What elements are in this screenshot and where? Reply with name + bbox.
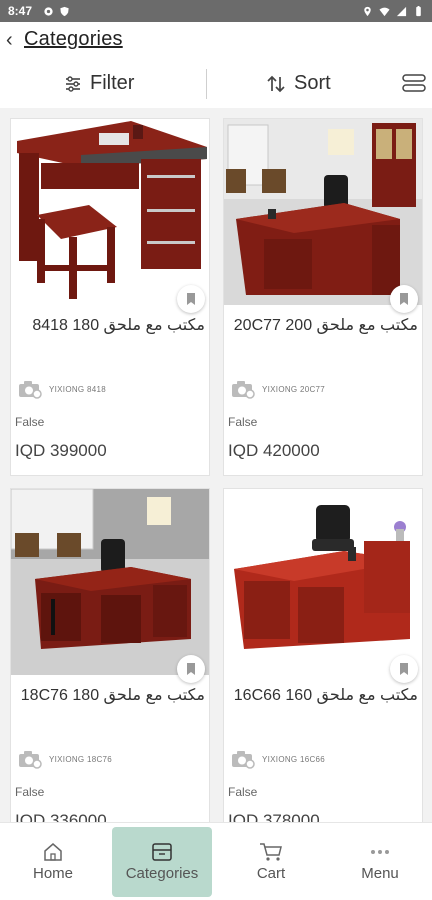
settings-status-icon (44, 6, 53, 16)
product-price: IQD 399000 (15, 441, 107, 460)
product-image (224, 119, 422, 305)
product-image (11, 119, 209, 305)
product-status: False (15, 415, 45, 429)
filter-icon (66, 75, 80, 92)
product-status: False (15, 785, 45, 799)
back-navigation[interactable]: ‹ Categories (6, 28, 123, 51)
wifi-icon (379, 7, 390, 16)
product-name: مكتب مع ملحق 160 16C66 (233, 687, 418, 704)
product-status: False (228, 415, 258, 429)
home-icon (44, 843, 62, 861)
list-view-icon (402, 74, 426, 92)
status-time: 8:47 (8, 4, 33, 18)
bottom-navigation: Home Categories Cart Menu (0, 822, 432, 900)
nav-item-home[interactable]: Home (3, 827, 103, 897)
cart-icon (260, 843, 282, 861)
toolbar-divider (206, 69, 207, 99)
bookmark-button[interactable] (177, 285, 205, 313)
camera-placeholder-icon (19, 381, 42, 399)
product-card[interactable]: مكتب مع ملحق 160 16C66 YIXIONG 16C66 Fal… (223, 488, 423, 822)
back-chevron-icon[interactable]: ‹ (6, 30, 22, 50)
product-price: IQD 420000 (228, 441, 320, 460)
battery-icon (416, 5, 421, 16)
sort-label: Sort (294, 72, 331, 94)
filter-sort-toolbar: Filter Sort (0, 66, 432, 102)
view-toggle-button[interactable] (402, 73, 426, 98)
nav-item-menu[interactable]: Menu (330, 827, 430, 897)
brand-row: YIXIONG 8418 (17, 379, 106, 399)
brand-name: YIXIONG 20C77 (262, 384, 326, 394)
location-icon (364, 6, 371, 16)
product-name: مكتب مع ملحق 180 18C76 (20, 687, 205, 704)
nav-item-categories[interactable]: Categories (112, 827, 212, 897)
bookmark-icon (400, 293, 408, 305)
filter-label: Filter (90, 72, 135, 94)
brand-row: YIXIONG 18C76 (17, 749, 112, 769)
brand-name: YIXIONG 16C66 (262, 754, 326, 764)
brand-name: YIXIONG 18C76 (49, 754, 113, 764)
brand-row: YIXIONG 16C66 (230, 749, 325, 769)
product-card[interactable]: مكتب مع ملحق 180 8418 YIXIONG 8418 False… (10, 118, 210, 476)
product-card[interactable]: مكتب مع ملحق 180 18C76 YIXIONG 18C76 Fal… (10, 488, 210, 822)
sort-button[interactable]: Sort (266, 72, 331, 95)
product-image (224, 489, 422, 675)
page-title: Categories (24, 28, 123, 50)
product-name: مكتب مع ملحق 180 8418 (32, 317, 205, 334)
brand-row: YIXIONG 20C77 (230, 379, 325, 399)
sort-arrows-icon (267, 75, 285, 92)
product-image (11, 489, 209, 675)
product-price: IQD 378000 (228, 811, 320, 822)
bookmark-icon (400, 663, 408, 675)
bookmark-icon (187, 293, 195, 305)
nav-item-cart[interactable]: Cart (221, 827, 321, 897)
nav-label-categories: Categories (125, 865, 199, 882)
camera-placeholder-icon (232, 751, 255, 769)
status-bar: 8:47 (0, 0, 432, 22)
nav-label-menu: Menu (361, 865, 399, 882)
bookmark-icon (187, 663, 195, 675)
product-price: IQD 336000 (15, 811, 107, 822)
camera-placeholder-icon (232, 381, 255, 399)
product-status: False (228, 785, 258, 799)
camera-placeholder-icon (19, 751, 42, 769)
filter-button[interactable]: Filter (64, 72, 134, 95)
nav-label-cart: Cart (256, 865, 286, 882)
app-header: ‹ Categories Filter Sort (0, 22, 432, 108)
product-name: مكتب مع ملحق 200 20C77 (233, 317, 418, 334)
bookmark-button[interactable] (390, 655, 418, 683)
bookmark-button[interactable] (390, 285, 418, 313)
bookmark-button[interactable] (177, 655, 205, 683)
more-icon (371, 850, 389, 854)
shield-status-icon (60, 6, 69, 16)
categories-icon (152, 843, 172, 861)
signal-icon (396, 6, 407, 16)
product-card[interactable]: مكتب مع ملحق 200 20C77 YIXIONG 20C77 Fal… (223, 118, 423, 476)
product-grid: مكتب مع ملحق 180 8418 YIXIONG 8418 False… (0, 108, 432, 822)
nav-label-home: Home (32, 865, 73, 882)
brand-name: YIXIONG 8418 (49, 384, 106, 394)
